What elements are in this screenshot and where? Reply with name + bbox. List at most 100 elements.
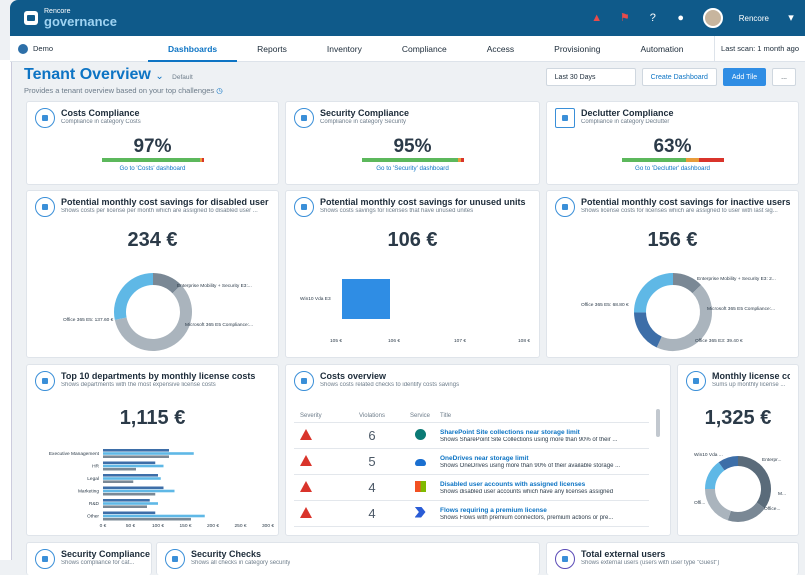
department-bar[interactable] [103,489,175,493]
add-tile-button[interactable]: Add Tile [722,68,767,86]
tab-reports[interactable]: Reports [237,36,307,62]
donut-slice[interactable] [672,273,702,294]
costs-overview-card[interactable]: Costs overview Shows costs related check… [285,364,671,536]
tab-automation[interactable]: Automation [620,36,703,62]
savings-value: 156 € [647,229,698,251]
security-compliance-card-2[interactable]: Security Compliance Shows compliance for… [26,542,152,575]
tab-provisioning[interactable]: Provisioning [534,36,620,62]
col-violations[interactable]: Violations [344,413,400,419]
col-service[interactable]: Service [400,413,440,419]
col-severity[interactable]: Severity [294,413,344,419]
donut-slice[interactable] [114,273,154,320]
department-bar[interactable] [103,452,194,455]
department-bar[interactable] [103,461,156,465]
tab-access[interactable]: Access [467,36,534,62]
department-bar[interactable] [103,517,191,521]
bar-fill [342,279,390,319]
power-automate-icon [414,506,426,518]
security-compliance-card[interactable]: Security Compliance Compliance in catego… [285,101,540,185]
check-title[interactable]: SharePoint Site collections near storage… [440,429,649,436]
donut-slice[interactable] [718,456,739,471]
donut-slice[interactable] [705,488,732,521]
alert-icon[interactable]: ▲ [591,12,603,24]
more-button[interactable]: ... [772,68,796,86]
department-bar[interactable] [103,499,150,502]
tick-label: 0 € [100,523,107,529]
department-bar[interactable] [103,474,158,477]
department-bar[interactable] [103,492,156,496]
donut-slice[interactable] [634,273,674,313]
violations-count: 4 [368,506,376,521]
department-bar[interactable] [103,502,158,505]
check-desc: Shows Flows with premium connectors, pre… [440,514,614,521]
disabled-users-card[interactable]: Potential monthly cost savings for disab… [26,190,279,358]
monthly-license-card[interactable]: Monthly license co... Sums up monthly li… [677,364,799,536]
tenant-selector[interactable]: Demo [18,43,118,54]
tab-inventory[interactable]: Inventory [307,36,382,62]
table-row[interactable]: 4 Disabled user accounts with assigned li… [294,475,649,501]
department-bar[interactable] [103,480,134,483]
unused-units-card[interactable]: Potential monthly cost savings for unuse… [285,190,540,358]
brand-logo[interactable]: Rencore governance [24,8,117,28]
user-name[interactable]: Rencore [739,14,769,23]
tab-compliance[interactable]: Compliance [382,36,467,62]
costs-dashboard-link[interactable]: Go to 'Costs' dashboard [27,165,278,172]
department-bar[interactable] [103,467,136,471]
tab-dashboards[interactable]: Dashboards [148,36,238,62]
costs-compliance-card[interactable]: Costs Compliance Compliance in category … [26,101,279,185]
chat-icon[interactable]: ● [675,12,687,24]
department-bar[interactable] [103,514,205,518]
slice-label: Win10 Vda ... [694,453,723,458]
help-icon[interactable]: ? [647,12,659,24]
departments-card[interactable]: Top 10 departments by monthly license co… [26,364,279,536]
scrollbar[interactable] [656,409,660,437]
col-title[interactable]: Title [440,413,649,419]
donut-slice[interactable] [152,273,182,294]
department-bar[interactable] [103,449,169,452]
donut-slice[interactable] [727,502,765,522]
create-dashboard-button[interactable]: Create Dashboard [641,68,717,86]
donut-slice[interactable] [705,462,725,490]
card-subtitle: Sums up monthly license ... [712,382,786,388]
table-row[interactable]: 5 OneDrives near storage limit Shows OneDr… [294,449,649,475]
tick-label: 106 € [388,339,401,344]
department-bar[interactable] [103,511,156,515]
card-subtitle: Shows external users (users with user ty… [581,560,720,566]
donut-slice[interactable] [634,311,663,348]
announcement-icon[interactable]: ⚑ [619,12,631,24]
table-header: Severity Violations Service Title [294,409,649,423]
chevron-down-icon[interactable]: ⌄ [155,71,163,82]
check-title[interactable]: Disabled user accounts with assigned lic… [440,481,649,488]
card-title: Monthly license co... [712,371,790,381]
security-checks-card[interactable]: Security Checks Shows all checks in cate… [156,542,540,575]
chevron-down-icon[interactable]: ▾ [785,12,797,24]
department-bar[interactable] [103,505,147,508]
total-value: 1,325 € [704,407,772,429]
declutter-compliance-card[interactable]: Declutter Compliance Compliance in categ… [546,101,799,185]
card-subtitle: Shows costs per license per month which … [61,208,258,214]
donut-slice[interactable] [114,285,192,351]
table-row[interactable]: 6 SharePoint Site collections near storag… [294,423,649,449]
security-dashboard-link[interactable]: Go to 'Security' dashboard [286,165,539,172]
card-title: Security Compliance [61,549,151,559]
donut-slice[interactable] [656,284,712,351]
declutter-dashboard-link[interactable]: Go to 'Declutter' dashboard [547,165,798,172]
table-row[interactable]: 4 Flows requiring a premium license Shows … [294,501,649,527]
department-bar[interactable] [103,477,161,480]
inactive-users-card[interactable]: Potential monthly cost savings for inact… [546,190,799,358]
info-icon[interactable]: ◷ [216,86,223,95]
check-title[interactable]: OneDrives near storage limit [440,455,649,462]
donut-slice[interactable] [737,456,771,509]
tenant-name: Demo [33,44,54,53]
department-bar[interactable] [103,486,164,490]
date-range-select[interactable]: Last 30 Days [545,68,636,86]
department-bar[interactable] [103,464,164,468]
top-bar: Rencore governance ▲ ⚑ ? ● Rencore ▾ [10,0,805,36]
dollar-icon [555,197,575,217]
slice-label: Microsoft 365 E5 Compliance:... [185,323,253,328]
external-users-card[interactable]: Total external users Shows external user… [546,542,799,575]
department-bar[interactable] [103,455,169,458]
page-title[interactable]: Tenant Overview [24,66,151,83]
check-title[interactable]: Flows requiring a premium license [440,507,649,514]
avatar[interactable] [702,8,723,28]
